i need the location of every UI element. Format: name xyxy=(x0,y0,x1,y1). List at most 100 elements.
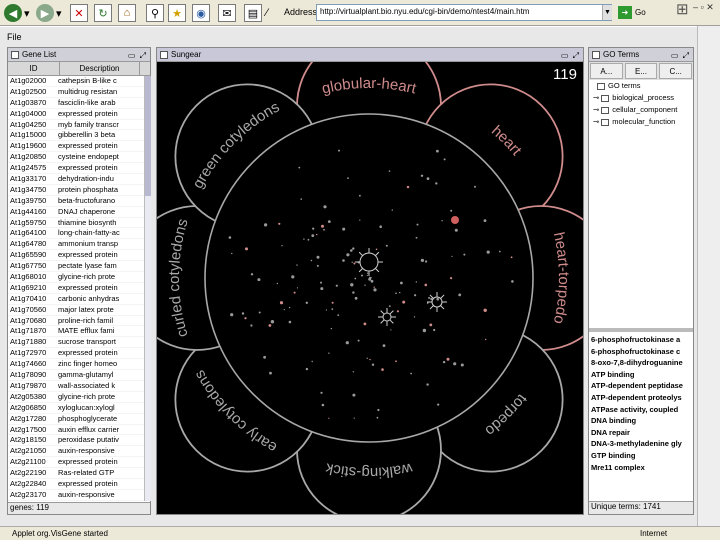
vessel-dot[interactable] xyxy=(450,209,453,212)
sungear-canvas[interactable]: globular-heartheartheart-torpedotorpedow… xyxy=(124,33,614,523)
vessel-dot[interactable] xyxy=(300,198,302,200)
vessel-dot[interactable] xyxy=(258,311,261,314)
vessel-dot[interactable] xyxy=(278,222,281,225)
vessel-dot[interactable] xyxy=(338,149,340,152)
vessel-dot[interactable] xyxy=(293,291,296,294)
vessel-dot[interactable] xyxy=(458,293,462,297)
vessel-dot[interactable] xyxy=(241,312,245,315)
table-row[interactable]: At2g17280 phosphoglycerate xyxy=(8,414,150,425)
go-tree-item[interactable]: ⊸ biological_process xyxy=(589,92,693,104)
vessel-dot[interactable] xyxy=(311,360,313,363)
vessel-dot[interactable] xyxy=(269,371,272,375)
window-controls[interactable]: – ▫ ✕ xyxy=(693,2,714,13)
address-dropdown-icon[interactable]: ▼ xyxy=(602,5,612,20)
back-button[interactable]: ◀ xyxy=(4,3,22,23)
vessel-dot[interactable] xyxy=(335,284,338,287)
panel-window-controls-icon[interactable]: ▭ ⤢ xyxy=(561,49,580,62)
vessel-dot[interactable] xyxy=(369,358,371,361)
go-term-item[interactable]: ATP-dependent proteolys xyxy=(589,392,689,404)
table-row[interactable]: At1g19600 expressed protein xyxy=(8,141,150,153)
vessel-dot[interactable] xyxy=(406,185,410,189)
table-row[interactable]: At1g59750 thiamine biosynth xyxy=(8,218,150,229)
vessel-dot[interactable] xyxy=(350,249,353,252)
vessel-dot[interactable] xyxy=(450,277,453,280)
table-row[interactable]: At2g22190 Ras-related GTP xyxy=(8,468,150,479)
forward-button[interactable]: ▶ xyxy=(36,3,54,23)
table-row[interactable]: At1g70680 proline-rich famil xyxy=(8,316,150,327)
print-button[interactable]: ▤ xyxy=(244,3,262,23)
page-scrollbar[interactable] xyxy=(697,26,720,526)
vessel-dot[interactable] xyxy=(420,258,424,262)
go-splitter[interactable] xyxy=(589,328,693,332)
vessel-dot[interactable] xyxy=(327,220,331,224)
table-row[interactable]: At1g15000 gibberellin 3 beta xyxy=(8,130,150,142)
vessel-dot[interactable] xyxy=(244,317,247,320)
vessel-dot[interactable] xyxy=(385,244,388,247)
vessel-dot[interactable] xyxy=(346,253,350,257)
vessel-dot[interactable] xyxy=(373,286,375,288)
vessel-dot[interactable] xyxy=(291,275,295,279)
tab-c[interactable]: C... xyxy=(659,63,693,79)
table-row[interactable]: At1g68010 glycine-rich prote xyxy=(8,272,150,283)
table-row[interactable]: At2g22840 expressed protein xyxy=(8,479,150,490)
vessel-dot[interactable] xyxy=(428,296,431,299)
table-row[interactable]: At1g70410 carbonic anhydras xyxy=(8,294,150,305)
vessel-dot[interactable] xyxy=(453,362,457,366)
vessel-dot[interactable] xyxy=(396,310,399,313)
vessel-dot[interactable] xyxy=(363,322,367,326)
scroll-thumb[interactable] xyxy=(145,76,151,196)
forward-dropdown[interactable]: ▾ xyxy=(56,3,62,23)
media-button[interactable]: ◉ xyxy=(192,3,210,23)
vessel-dot[interactable] xyxy=(400,281,403,285)
table-row[interactable]: At1g02500 multidrug resistan xyxy=(8,87,150,98)
table-row[interactable]: At1g64780 ammonium transp xyxy=(8,239,150,251)
vessel-dot[interactable] xyxy=(250,273,254,276)
go-tree-item[interactable]: ⊸ cellular_component xyxy=(589,104,693,116)
vessel-dot[interactable] xyxy=(350,283,354,287)
vessel-dot[interactable] xyxy=(257,278,261,282)
vessel-dot[interactable] xyxy=(283,309,285,311)
vessel-dot[interactable] xyxy=(390,329,392,331)
vessel-dot[interactable] xyxy=(321,224,324,228)
vessel-dot[interactable] xyxy=(328,352,330,354)
table-row[interactable]: At1g78090 gamma-glutamyl xyxy=(8,370,150,381)
gene-list-scrollbar[interactable] xyxy=(144,76,151,501)
vessel-dot[interactable] xyxy=(485,338,487,341)
vessel-dot[interactable] xyxy=(364,284,366,286)
table-row[interactable]: At1g39750 beta-fructofurano xyxy=(8,196,150,207)
vessel-dot[interactable] xyxy=(323,228,325,231)
table-row[interactable]: At1g74660 zinc finger homeo xyxy=(8,359,150,371)
tab-a[interactable]: A... xyxy=(590,63,623,79)
vessel-dot[interactable] xyxy=(312,227,315,230)
vessel-dot[interactable] xyxy=(230,313,234,317)
table-row[interactable]: At1g71870 MATE efflux fami xyxy=(8,326,150,338)
refresh-button[interactable]: ↻ xyxy=(94,3,112,23)
vessel-dot[interactable] xyxy=(381,368,384,371)
edit-button[interactable]: ⁄ xyxy=(266,3,268,23)
table-row[interactable]: At1g20850 cysteine endopept xyxy=(8,152,150,164)
vessel-dot[interactable] xyxy=(316,255,320,259)
vessel-dot[interactable] xyxy=(382,344,386,347)
table-row[interactable]: At1g04250 myb family transcr xyxy=(8,120,150,131)
vessel-dot[interactable] xyxy=(433,328,436,332)
vessel-dot[interactable] xyxy=(276,282,278,285)
vessel-dot[interactable] xyxy=(245,247,248,251)
vessel-dot[interactable] xyxy=(454,228,458,232)
go-term-item[interactable]: 6-phosphofructokinase c xyxy=(589,346,689,358)
vessel-dot[interactable] xyxy=(437,403,440,406)
vessel-dot[interactable] xyxy=(316,233,318,236)
vessel-dot[interactable] xyxy=(413,316,416,318)
vessel-dot[interactable] xyxy=(375,248,378,251)
vessel-dot[interactable] xyxy=(474,185,476,188)
vessel-dot[interactable] xyxy=(436,149,439,153)
vessel-dot[interactable] xyxy=(424,283,428,287)
go-term-item[interactable]: DNA-3-methyladenine gly xyxy=(589,438,689,450)
vessel-dot[interactable] xyxy=(442,360,446,364)
vessel-dot[interactable] xyxy=(511,280,514,283)
go-term-item[interactable]: ATPase activity, coupled xyxy=(589,404,689,416)
vessel-dot[interactable] xyxy=(379,225,382,228)
vessel-dot[interactable] xyxy=(345,341,349,345)
vessel-dot[interactable] xyxy=(486,250,490,254)
vessel-dot[interactable] xyxy=(352,247,355,250)
col-desc-header[interactable]: Description xyxy=(60,62,140,75)
